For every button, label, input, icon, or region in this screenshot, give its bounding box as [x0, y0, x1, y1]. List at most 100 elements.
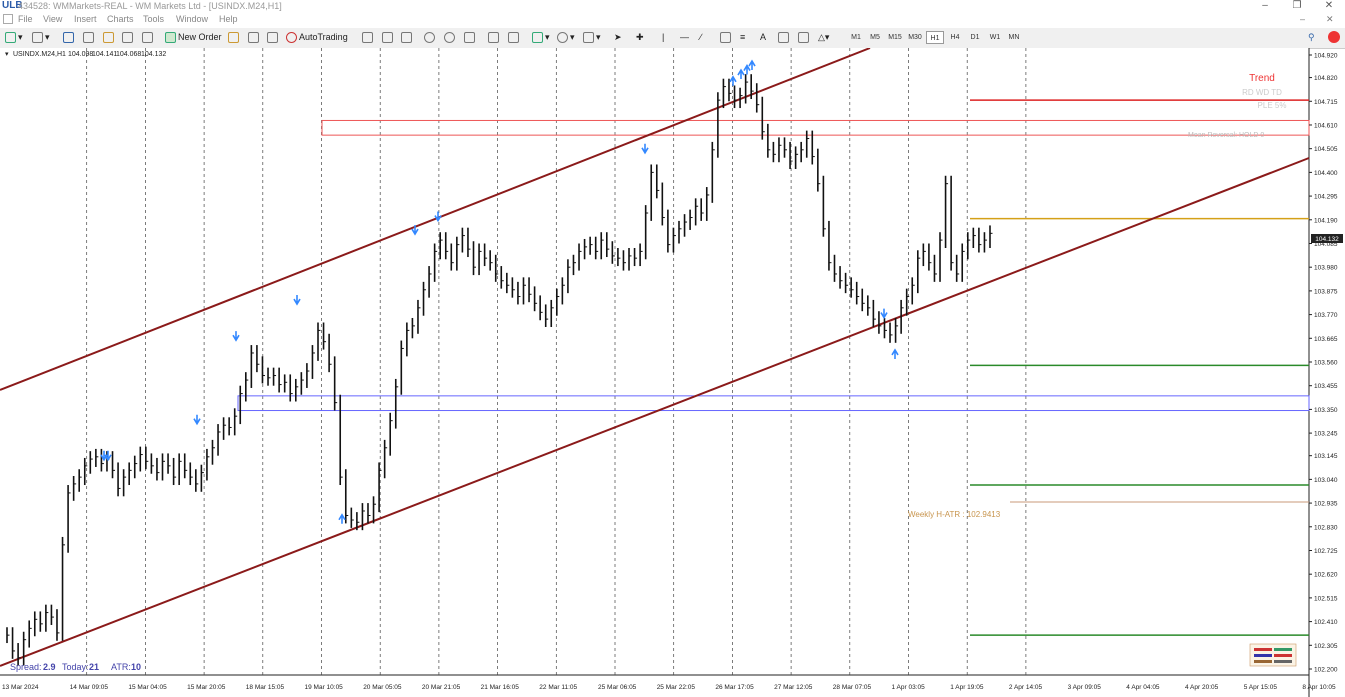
- new-chart-icon[interactable]: ▾: [5, 30, 23, 45]
- tf-h1[interactable]: H1: [926, 31, 944, 44]
- time-axis: 13 Mar 2024 14 Mar 09:05 15 Mar 04:05 15 Ma…: [2, 684, 1336, 691]
- menu-close-icon[interactable]: ✕: [1326, 13, 1334, 26]
- tile-windows-icon[interactable]: [464, 30, 477, 45]
- tf-mn[interactable]: MN: [1005, 31, 1023, 44]
- tf-d1[interactable]: D1: [966, 31, 984, 44]
- trend-title: Trend: [1249, 73, 1275, 84]
- chart-symbol: USINDX.M24,H1: [13, 51, 66, 58]
- current-price-tag: 104.132: [1311, 234, 1343, 243]
- price-chart[interactable]: 104.920 104.820 104.715 104.610 104.505 104.4…: [0, 48, 1345, 697]
- restore-icon[interactable]: ❐: [1282, 0, 1312, 12]
- menu-minimize-icon[interactable]: –: [1300, 13, 1305, 26]
- indicators-icon[interactable]: ▾: [532, 30, 550, 45]
- close-icon[interactable]: ✕: [1314, 0, 1344, 12]
- profiles-icon[interactable]: ▾: [32, 30, 50, 45]
- time-tick-label: 28 Mar 07:05: [833, 684, 872, 691]
- time-tick-label: 21 Mar 16:05: [481, 684, 520, 691]
- tf-h4[interactable]: H4: [946, 31, 964, 44]
- menu-tools[interactable]: Tools: [143, 13, 164, 26]
- tf-m15[interactable]: M15: [886, 31, 904, 44]
- chart-info-marker: ▾: [5, 51, 9, 58]
- line-chart-icon[interactable]: [401, 30, 414, 45]
- time-tick-label: 22 Mar 11:05: [539, 684, 577, 691]
- ohlc-high: 104.141: [92, 51, 117, 58]
- horizontal-line-icon[interactable]: —: [680, 30, 689, 45]
- zoom-in-icon[interactable]: [424, 30, 437, 45]
- tester-icon[interactable]: [142, 30, 155, 45]
- market-watch-icon[interactable]: [63, 30, 76, 45]
- price-tick-label: 104.610: [1314, 122, 1338, 129]
- toolbar: ▾ ▾ New Order AutoTrading ▾ ▾ ▾ ➤ ✚ | — …: [0, 28, 1345, 49]
- data-window-icon[interactable]: [83, 30, 96, 45]
- price-tick-label: 104.715: [1314, 99, 1338, 106]
- tf-m1[interactable]: M1: [847, 31, 865, 44]
- menu-window[interactable]: Window: [176, 13, 208, 26]
- grid-icon[interactable]: [798, 30, 811, 45]
- price-tick-label: 103.040: [1314, 477, 1338, 484]
- tf-m30[interactable]: M30: [906, 31, 924, 44]
- price-tick-label: 103.145: [1314, 453, 1338, 460]
- trend-row: PLE 5%: [1258, 101, 1287, 110]
- price-tick-label: 102.620: [1314, 572, 1338, 579]
- periods-icon[interactable]: ▾: [557, 30, 575, 45]
- crosshair-icon[interactable]: ✚: [636, 30, 644, 45]
- autotrading-icon: [286, 32, 297, 44]
- chart-window-icon[interactable]: [3, 14, 13, 24]
- menu-view[interactable]: View: [43, 13, 62, 26]
- autotrading-button[interactable]: AutoTrading: [286, 30, 348, 45]
- bar-chart-icon[interactable]: [362, 30, 375, 45]
- vertical-line-icon[interactable]: |: [662, 30, 664, 45]
- channel-icon[interactable]: [720, 30, 733, 45]
- time-tick-label: 1 Apr 19:05: [950, 684, 984, 691]
- time-tick-label: 5 Apr 15:05: [1244, 684, 1278, 691]
- navigator-icon[interactable]: [103, 30, 116, 45]
- signals-icon[interactable]: [248, 30, 261, 45]
- time-tick-label: 14 Mar 09:05: [70, 684, 109, 691]
- time-tick-label: 8 Apr 10:05: [1302, 684, 1336, 691]
- vps-icon[interactable]: [267, 30, 280, 45]
- fibonacci-icon[interactable]: ≡: [740, 30, 745, 45]
- menu-file[interactable]: File: [18, 13, 33, 26]
- notification-icon[interactable]: [1328, 31, 1340, 43]
- time-tick-label: 20 Mar 05:05: [363, 684, 402, 691]
- shapes-icon[interactable]: △▾: [818, 30, 829, 45]
- templates-icon[interactable]: ▾: [583, 30, 601, 45]
- tf-w1[interactable]: W1: [986, 31, 1004, 44]
- search-icon[interactable]: ⚲: [1308, 30, 1315, 45]
- cursor-icon[interactable]: ➤: [614, 30, 622, 45]
- current-price-label: 104.132: [1315, 236, 1339, 243]
- trendline-icon[interactable]: ∕: [700, 30, 702, 45]
- today-label: Today:: [62, 662, 89, 672]
- price-tick-label: 102.830: [1314, 524, 1338, 531]
- time-tick-label: 4 Apr 04:05: [1126, 684, 1160, 691]
- metaeditor-icon[interactable]: [228, 30, 241, 45]
- price-tick-label: 103.770: [1314, 312, 1338, 319]
- atr-label: ATR:: [111, 662, 131, 672]
- candlestick-icon[interactable]: [382, 30, 395, 45]
- menu-charts[interactable]: Charts: [107, 13, 134, 26]
- price-tick-label: 102.515: [1314, 595, 1338, 602]
- menu-bar: File View Insert Charts Tools Window Hel…: [0, 13, 1345, 26]
- time-tick-label: 2 Apr 14:05: [1009, 684, 1043, 691]
- autotrading-label: AutoTrading: [299, 32, 348, 42]
- chart-shift-icon[interactable]: [508, 30, 521, 45]
- ohlc-open: 104.098: [68, 51, 93, 58]
- time-tick-label: 26 Mar 17:05: [715, 684, 754, 691]
- price-tick-label: 102.305: [1314, 643, 1338, 650]
- new-order-button[interactable]: New Order: [165, 30, 222, 45]
- price-tick-label: 104.820: [1314, 75, 1338, 82]
- price-tick-label: 102.200: [1314, 667, 1338, 674]
- autoscroll-icon[interactable]: [488, 30, 501, 45]
- text-tool-icon[interactable]: A: [760, 30, 766, 45]
- price-tick-label: 104.400: [1314, 170, 1338, 177]
- zoom-out-icon[interactable]: [444, 30, 457, 45]
- weekly-atr-label: Weekly H-ATR : 102.9413: [908, 510, 1001, 519]
- price-tick-label: 104.190: [1314, 217, 1338, 224]
- minimize-icon[interactable]: –: [1250, 0, 1280, 12]
- tf-m5[interactable]: M5: [866, 31, 884, 44]
- menu-insert[interactable]: Insert: [74, 13, 97, 26]
- price-tick-label: 104.920: [1314, 53, 1338, 60]
- terminal-icon[interactable]: [122, 30, 135, 45]
- menu-help[interactable]: Help: [219, 13, 238, 26]
- text-label-icon[interactable]: [778, 30, 791, 45]
